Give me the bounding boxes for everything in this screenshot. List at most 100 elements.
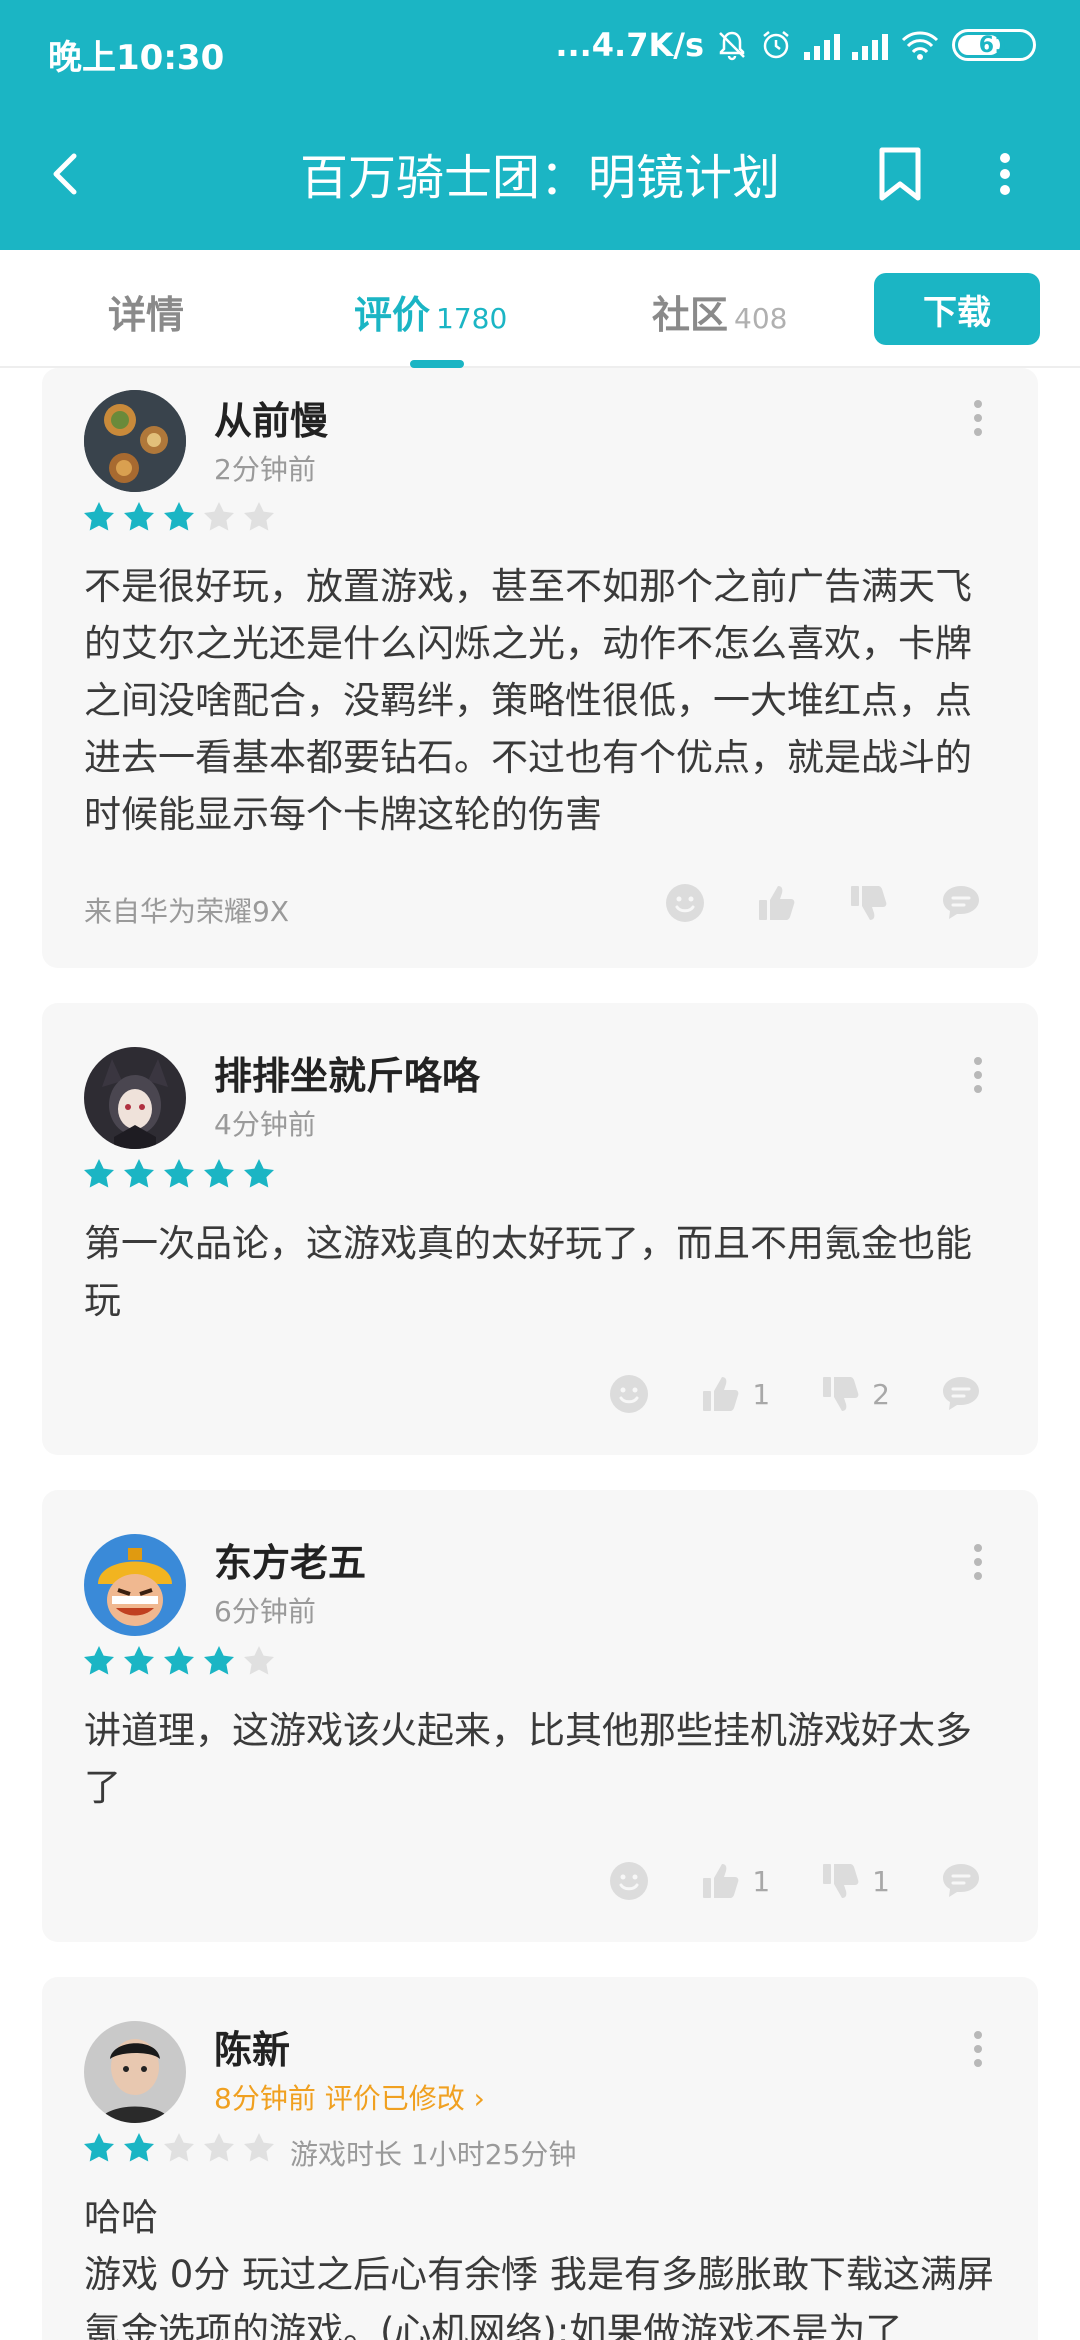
star-filled-icon <box>164 1159 194 1188</box>
star-empty-icon <box>164 2133 194 2162</box>
emoji-button[interactable] <box>664 882 706 924</box>
dislike-button[interactable] <box>848 882 890 924</box>
star-filled-icon <box>164 1646 194 1675</box>
review-card: 东方老五 6分钟前 讲道理，这游戏该火起来，比其他那些挂机游戏好太多了 1 1 <box>42 1490 1038 1942</box>
star-filled-icon <box>84 1646 114 1675</box>
rating-stars <box>82 1157 276 1191</box>
star-filled-icon <box>84 2133 114 2162</box>
review-time: 2分钟前 <box>214 453 316 486</box>
tab-community[interactable]: 社区 408 <box>652 284 787 339</box>
rating-stars <box>82 1644 276 1678</box>
review-more-icon[interactable] <box>972 1542 984 1582</box>
more-icon[interactable] <box>985 144 1025 204</box>
star-filled-icon <box>164 502 194 531</box>
like-button[interactable]: 1 <box>700 1860 770 1902</box>
wifi-icon <box>901 31 939 60</box>
star-filled-icon <box>204 1159 234 1188</box>
like-count: 1 <box>752 1377 771 1411</box>
star-filled-icon <box>84 502 114 531</box>
star-empty-icon <box>244 2133 274 2162</box>
star-empty-icon <box>204 502 234 531</box>
review-device: 来自华为荣耀9X <box>84 895 289 928</box>
star-filled-icon <box>124 2133 154 2162</box>
like-button[interactable] <box>756 882 798 924</box>
status-bar: 晚上10:30 ...4.7K/s 61 <box>0 0 1080 104</box>
signal-1-icon <box>804 30 840 60</box>
tab-reviews[interactable]: 评价 1780 <box>354 284 507 339</box>
review-card: 排排坐就斤咯咯 4分钟前 第一次品论，这游戏真的太好玩了，而且不用氪金也能玩 1… <box>42 1003 1038 1455</box>
review-text: 第一次品论，这游戏真的太好玩了，而且不用氪金也能玩 <box>84 1222 972 1322</box>
tab-reviews-label: 评价 <box>354 293 431 337</box>
dislike-button[interactable]: 2 <box>820 1373 890 1415</box>
tab-details[interactable]: 详情 <box>108 284 184 339</box>
review-text: 讲道理，这游戏该火起来，比其他那些挂机游戏好太多了 <box>84 1709 972 1809</box>
smile-icon <box>610 1375 649 1413</box>
battery-level: 61 <box>978 32 1010 58</box>
dislike-count: 2 <box>872 1377 890 1411</box>
review-card: 陈新 8分钟前 评价已修改 › 游戏时长 1小时25分钟 哈哈 游戏 0分 玩过… <box>42 1977 1038 2340</box>
review-author[interactable]: 从前慢 <box>214 390 328 445</box>
status-icons: ...4.7K/s 61 <box>555 26 1036 64</box>
star-filled-icon <box>84 1159 114 1188</box>
review-author[interactable]: 东方老五 <box>214 1532 366 1587</box>
comment-button[interactable] <box>940 882 982 924</box>
comment-icon <box>943 1864 979 1897</box>
rating-stars <box>82 500 276 534</box>
star-empty-icon <box>204 2133 234 2162</box>
review-author[interactable]: 陈新 <box>214 2019 290 2074</box>
review-text-line1: 哈哈 <box>84 2196 158 2239</box>
star-empty-icon <box>244 502 274 531</box>
avatar[interactable] <box>84 390 186 492</box>
download-button[interactable]: 下载 <box>874 273 1040 345</box>
avatar[interactable] <box>84 1047 186 1149</box>
star-filled-icon <box>124 1159 154 1188</box>
review-text: 游戏 0分 玩过之后心有余悸 我是有多膨胀敢下载这满屏氪金选项的游戏。(心机网络… <box>84 2253 994 2340</box>
battery-icon: 61 <box>952 29 1036 61</box>
rating-stars <box>82 2131 276 2165</box>
smile-icon <box>610 1862 649 1900</box>
thumbs-down-icon <box>851 886 887 920</box>
tab-details-label: 详情 <box>108 293 185 337</box>
back-icon[interactable] <box>36 144 96 204</box>
review-author[interactable]: 排排坐就斤咯咯 <box>214 1045 480 1100</box>
emoji-button[interactable] <box>608 1373 650 1415</box>
thumbs-down-icon <box>823 1864 859 1898</box>
status-time: 晚上10:30 <box>48 38 225 78</box>
review-more-icon[interactable] <box>972 1055 984 1095</box>
review-more-icon[interactable] <box>972 2029 984 2069</box>
bookmark-icon[interactable] <box>872 144 928 204</box>
comment-icon <box>943 886 979 919</box>
review-time: 4分钟前 <box>214 1108 316 1141</box>
thumbs-down-icon <box>823 1377 859 1411</box>
page-title: 百万骑士团：明镜计划 <box>299 150 780 206</box>
thumbs-up-icon <box>703 1864 739 1898</box>
play-time: 游戏时长 1小时25分钟 <box>290 2138 577 2171</box>
emoji-button[interactable] <box>608 1860 650 1902</box>
active-tab-indicator <box>410 360 464 368</box>
header: 晚上10:30 ...4.7K/s 61 百万骑士团：明镜计划 <box>0 0 1080 250</box>
thumbs-up-icon <box>703 1377 739 1411</box>
mute-bell-icon <box>719 31 745 61</box>
like-button[interactable]: 1 <box>700 1373 770 1415</box>
star-filled-icon <box>204 1646 234 1675</box>
review-card: 从前慢 2分钟前 不是很好玩，放置游戏，甚至不如那个之前广告满天飞的艾尔之光还是… <box>42 368 1038 968</box>
comment-icon <box>943 1377 979 1410</box>
like-count: 1 <box>752 1864 771 1898</box>
dislike-count: 1 <box>872 1864 890 1898</box>
app-bar: 百万骑士团：明镜计划 <box>0 104 1080 250</box>
review-actions: 1 1 <box>558 1860 982 1902</box>
star-filled-icon <box>124 502 154 531</box>
review-more-icon[interactable] <box>972 398 984 438</box>
comment-button[interactable] <box>940 1373 982 1415</box>
dislike-button[interactable]: 1 <box>820 1860 890 1902</box>
review-actions <box>614 882 982 924</box>
review-time-edited[interactable]: 8分钟前 评价已修改 › <box>214 2077 485 2117</box>
review-actions: 1 2 <box>558 1373 982 1415</box>
review-time: 6分钟前 <box>214 1595 316 1628</box>
avatar[interactable] <box>84 1534 186 1636</box>
avatar[interactable] <box>84 2021 186 2123</box>
signal-2-icon <box>852 30 888 60</box>
network-speed: ...4.7K/s <box>555 26 704 64</box>
thumbs-up-icon <box>759 886 795 920</box>
comment-button[interactable] <box>940 1860 982 1902</box>
